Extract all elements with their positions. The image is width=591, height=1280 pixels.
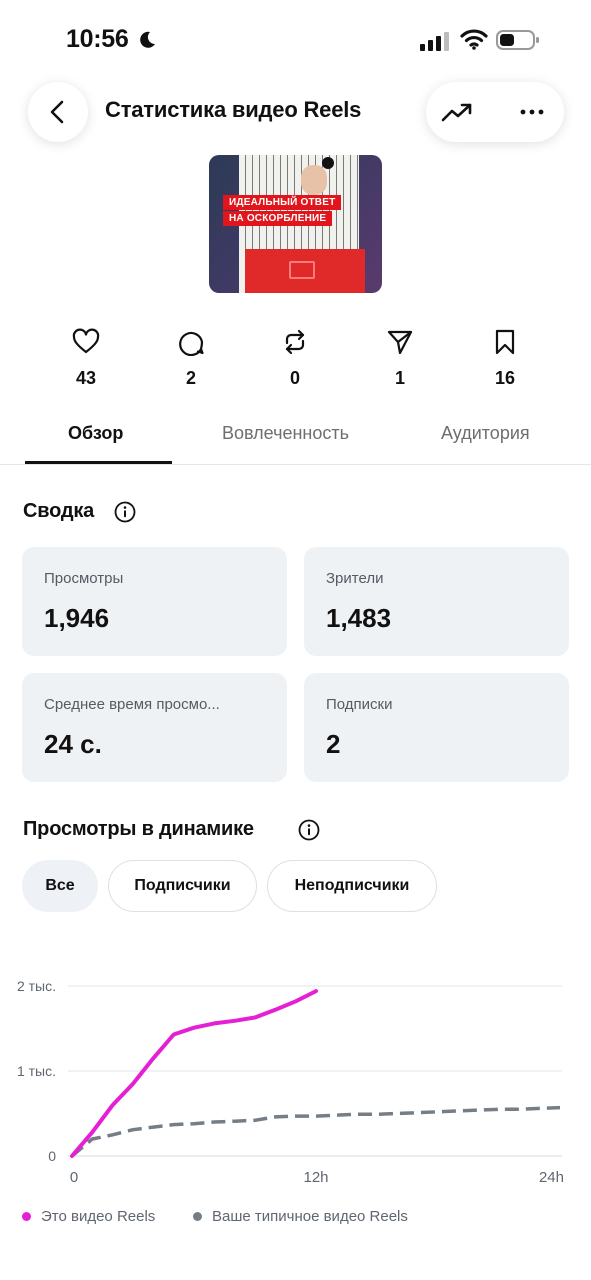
legend-dot-typical-reel (193, 1212, 202, 1221)
views-card[interactable]: Просмотры 1,946 (22, 547, 287, 656)
legend-label-typical-reel: Ваше типичное видео Reels (212, 1208, 408, 1225)
saves-counter[interactable]: 16 (475, 328, 535, 389)
filter-followers-chip[interactable]: Подписчики (108, 860, 257, 912)
filter-all-chip[interactable]: Все (22, 860, 98, 912)
avg-watch-time-card[interactable]: Среднее время просмо... 24 с. (22, 673, 287, 782)
follows-label: Подписки (326, 696, 393, 713)
wifi-icon (460, 29, 488, 50)
thumbnail-caption-line2: НА ОСКОРБЛЕНИЕ (223, 211, 333, 226)
views-dynamics-title: Просмотры в динамике (23, 818, 254, 840)
y-tick-label: 0 (48, 1148, 56, 1164)
send-icon (387, 330, 413, 355)
legend-item-this-reel: Это видео Reels (22, 1208, 155, 1225)
views-value: 1,946 (44, 603, 110, 633)
thumbnail-hand (301, 165, 327, 195)
reposts-counter[interactable]: 0 (265, 328, 325, 389)
bookmark-icon (495, 329, 515, 355)
viewers-card[interactable]: Зрители 1,483 (304, 547, 569, 656)
views-label: Просмотры (44, 570, 124, 587)
viewers-label: Зрители (326, 570, 384, 587)
thumbnail-ring (322, 157, 334, 169)
avg-watch-time-value: 24 с. (44, 729, 102, 759)
info-icon[interactable] (114, 501, 136, 523)
more-dots-icon (520, 109, 544, 115)
follows-value: 2 (326, 729, 341, 759)
reposts-count: 0 (289, 368, 300, 388)
comment-icon (179, 331, 204, 356)
status-bar: 10:56 (0, 0, 591, 80)
status-time: 10:56 (66, 25, 129, 53)
series-line-typical-reel (70, 1105, 561, 1158)
filter-non-followers-chip[interactable]: Неподписчики (267, 860, 437, 912)
reel-thumbnail[interactable]: ИДЕАЛЬНЫЙ ОТВЕТ НА ОСКОРБЛЕНИЕ (209, 155, 382, 293)
tab-audience[interactable]: Аудитория (441, 423, 530, 444)
x-tick-label: 0 (70, 1169, 78, 1186)
series-line-this-reel (70, 989, 318, 1158)
tab-engagement[interactable]: Вовлеченность (222, 423, 349, 444)
back-button[interactable] (28, 82, 88, 142)
tabs-divider (0, 464, 591, 465)
thumbnail-buckle (289, 261, 315, 279)
x-tick-label: 12h (303, 1169, 328, 1186)
cellular-signal-icon (420, 32, 449, 51)
legend-label-this-reel: Это видео Reels (41, 1208, 156, 1225)
trending-up-icon (441, 103, 472, 122)
legend-item-typical-reel: Ваше типичное видео Reels (193, 1208, 408, 1225)
summary-title: Сводка (23, 500, 95, 522)
x-tick-label: 24h (539, 1169, 564, 1186)
heart-icon (72, 328, 100, 354)
chevron-left-icon (50, 100, 64, 124)
thumbnail-caption-line1: ИДЕАЛЬНЫЙ ОТВЕТ (223, 195, 342, 210)
shares-count: 1 (394, 368, 405, 388)
y-tick-label: 2 тыс. (17, 978, 56, 994)
tab-overview[interactable]: Обзор (68, 423, 123, 444)
viewers-value: 1,483 (326, 603, 392, 633)
likes-counter[interactable]: 43 (56, 328, 116, 389)
info-icon[interactable] (298, 819, 320, 841)
comments-count: 2 (185, 368, 196, 388)
battery-icon (496, 30, 539, 50)
follows-card[interactable]: Подписки 2 (304, 673, 569, 782)
shares-counter[interactable]: 1 (370, 328, 430, 389)
repost-icon (285, 329, 305, 355)
views-line-chart: 0 1 тыс. 2 тыс. 0 12h 24h (17, 978, 564, 1186)
more-options-button[interactable] (512, 96, 552, 128)
avg-watch-time-label: Среднее время просмо... (44, 696, 220, 713)
thumbnail-skirt (245, 249, 365, 293)
header-actions (426, 82, 564, 142)
legend-dot-this-reel (22, 1212, 31, 1221)
y-tick-label: 1 тыс. (17, 1063, 56, 1079)
saves-count: 16 (494, 368, 516, 388)
chart-legend: Это видео Reels Ваше типичное видео Reel… (0, 1208, 591, 1232)
moon-icon (140, 31, 155, 48)
page-title: Статистика видео Reels (105, 97, 362, 122)
likes-count: 43 (75, 368, 97, 388)
insights-trend-button[interactable] (440, 96, 474, 128)
comments-counter[interactable]: 2 (161, 328, 221, 389)
